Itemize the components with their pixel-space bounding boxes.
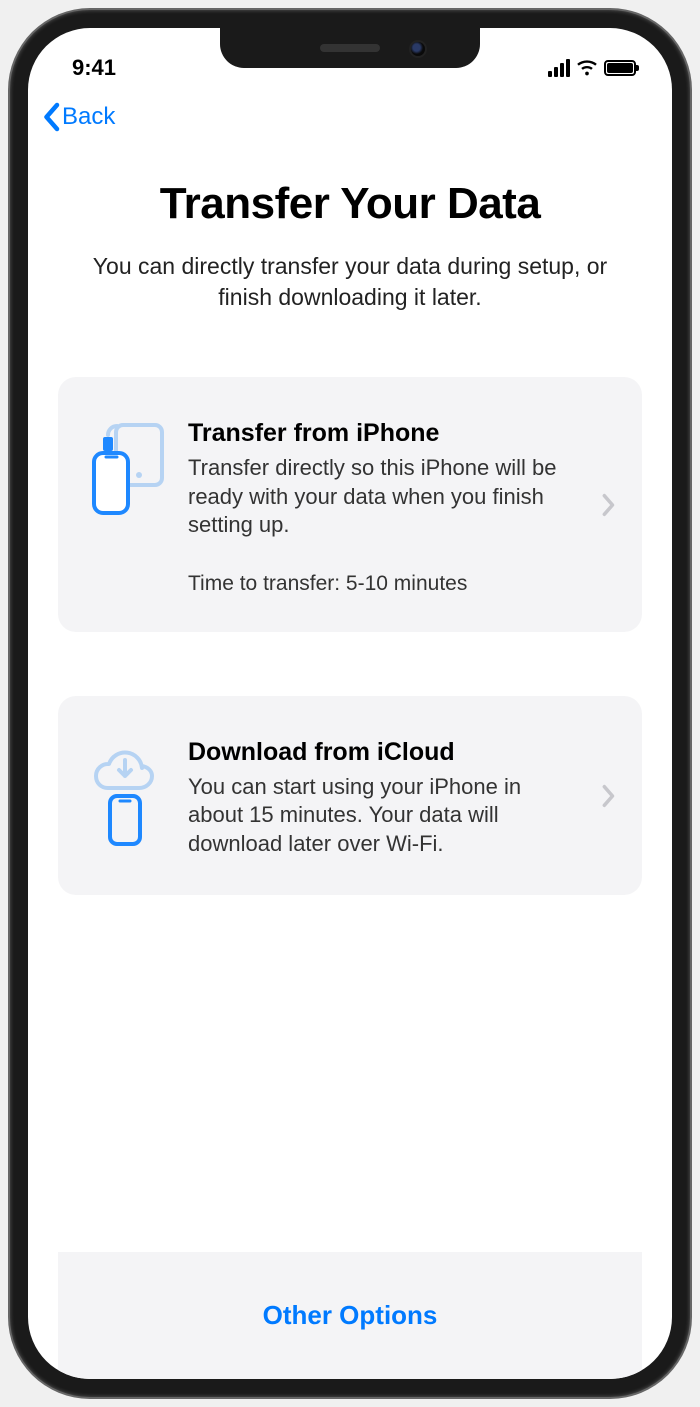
wifi-icon: [576, 57, 598, 79]
other-options-button[interactable]: Other Options: [263, 1300, 438, 1330]
footer: Other Options: [58, 1252, 642, 1379]
notch: [220, 28, 480, 68]
status-time: 9:41: [72, 55, 116, 81]
back-label: Back: [62, 103, 115, 131]
status-indicators: [548, 57, 636, 79]
transfer-iphone-icon: [84, 419, 166, 519]
content: Transfer Your Data You can directly tran…: [28, 143, 672, 1379]
battery-icon: [604, 60, 636, 76]
option-transfer-description: Transfer directly so this iPhone will be…: [188, 454, 574, 540]
chevron-right-icon: [596, 784, 616, 813]
phone-screen: 9:41 Back Transfer Your Data: [28, 28, 672, 1379]
page-title: Transfer Your Data: [58, 179, 642, 229]
phone-frame: 9:41 Back Transfer Your Data: [10, 10, 690, 1397]
option-download-from-icloud[interactable]: Download from iCloud You can start using…: [58, 696, 642, 895]
nav-bar: Back: [28, 88, 672, 143]
chevron-right-icon: [596, 493, 616, 522]
page-subtitle: You can directly transfer your data duri…: [58, 251, 642, 313]
cellular-signal-icon: [548, 59, 570, 77]
option-icloud-title: Download from iCloud: [188, 738, 574, 767]
option-transfer-meta: Time to transfer: 5-10 minutes: [188, 572, 574, 596]
option-transfer-from-iphone[interactable]: Transfer from iPhone Transfer directly s…: [58, 377, 642, 632]
icloud-download-icon: [84, 738, 166, 848]
option-transfer-title: Transfer from iPhone: [188, 419, 574, 448]
back-button[interactable]: Back: [42, 102, 115, 132]
option-icloud-description: You can start using your iPhone in about…: [188, 773, 574, 859]
chevron-left-icon: [42, 102, 60, 132]
